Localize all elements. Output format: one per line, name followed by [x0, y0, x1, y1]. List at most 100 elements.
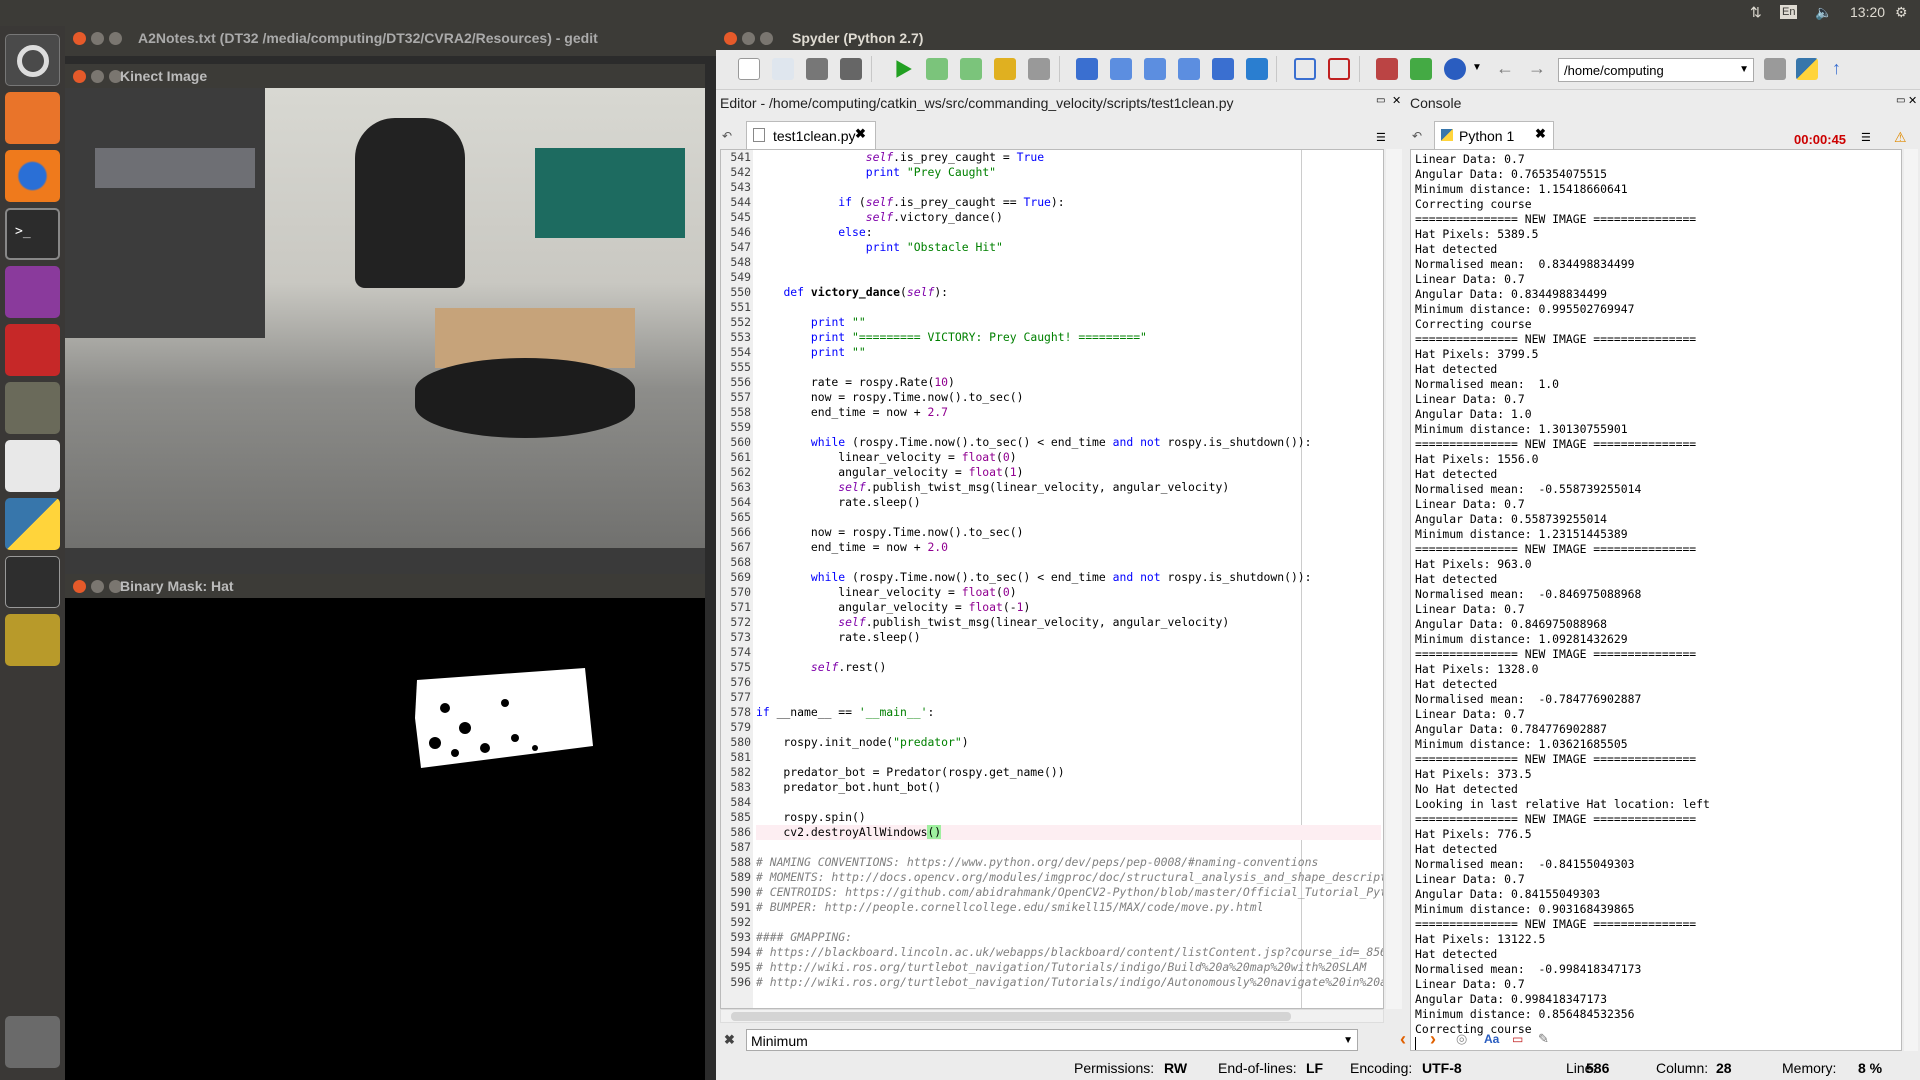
new-file-icon[interactable]: [738, 58, 760, 80]
terminal-icon[interactable]: >_: [5, 208, 60, 260]
case-sensitive-icon[interactable]: Aa: [1484, 1032, 1499, 1046]
undock-icon[interactable]: ▭: [1896, 95, 1905, 106]
find-value: Minimum: [751, 1033, 808, 1049]
python-path-icon[interactable]: [1796, 58, 1818, 80]
line-number: 591: [730, 900, 751, 914]
browse-folder-icon[interactable]: [1764, 58, 1786, 80]
close-icon[interactable]: [73, 32, 86, 45]
working-directory-combo[interactable]: /home/computing ▼: [1558, 58, 1754, 82]
python-icon[interactable]: [5, 498, 60, 550]
minimize-icon[interactable]: [91, 32, 104, 45]
chevron-down-icon[interactable]: ▼: [1739, 64, 1749, 75]
step-icon[interactable]: [1110, 58, 1132, 80]
browse-tabs-icon[interactable]: ↶: [722, 129, 732, 143]
editor-hscroll[interactable]: [720, 1009, 1384, 1023]
highlight-icon[interactable]: ◎: [1456, 1031, 1467, 1047]
run-config-icon[interactable]: [1028, 58, 1050, 80]
files-icon[interactable]: [5, 92, 60, 144]
maximize-icon[interactable]: [760, 32, 773, 45]
console-line: Minimum distance: 1.15418660641: [1415, 182, 1628, 196]
chevron-down-icon[interactable]: ▼: [1343, 1035, 1353, 1046]
minimize-icon[interactable]: [91, 70, 104, 83]
editor-vscroll[interactable]: [1386, 149, 1402, 1009]
text-editor-icon[interactable]: [5, 440, 60, 492]
workspace-switcher-icon[interactable]: [5, 556, 60, 608]
save-icon[interactable]: [806, 58, 828, 80]
close-icon[interactable]: ✖: [855, 126, 866, 142]
app-window-icon[interactable]: [5, 266, 60, 318]
find-next-icon[interactable]: ›: [1430, 1029, 1436, 1050]
console-output[interactable]: Linear Data: 0.7 Angular Data: 0.76535407…: [1410, 149, 1902, 1051]
maximize-icon[interactable]: [109, 32, 122, 45]
close-icon[interactable]: ✖: [724, 1032, 735, 1048]
run-icon[interactable]: [896, 60, 912, 78]
close-icon[interactable]: [73, 580, 86, 593]
line-number: 548: [730, 255, 751, 269]
run-cell-advance-icon[interactable]: [960, 58, 982, 80]
debug-icon[interactable]: [1076, 58, 1098, 80]
encoding-label: Encoding:: [1350, 1060, 1413, 1076]
continue-icon[interactable]: [1212, 58, 1234, 80]
code-area[interactable]: 541 542 543 544 545 546 547 548 549 550 551 552 553 5…: [720, 149, 1384, 1009]
maximize-pane-icon[interactable]: [1294, 58, 1316, 80]
find-input[interactable]: Minimum ▼: [746, 1029, 1358, 1051]
close-icon[interactable]: ✕: [1908, 94, 1917, 107]
editor-pane: Editor - /home/computing/catkin_ws/src/c…: [716, 91, 1404, 1052]
console-line: Angular Data: 0.765354075515: [1415, 167, 1608, 181]
console-line: =============== NEW IMAGE ==============…: [1415, 542, 1697, 556]
clock[interactable]: 13:20: [1850, 4, 1885, 20]
warning-icon[interactable]: ⚠: [1894, 129, 1907, 146]
line-number: 558: [730, 405, 751, 419]
up-arrow-icon[interactable]: ↑: [1832, 58, 1841, 79]
console-line: Linear Data: 0.7: [1415, 152, 1525, 166]
settings-icon[interactable]: ⚙: [1895, 4, 1908, 21]
minimize-icon[interactable]: [742, 32, 755, 45]
undock-icon[interactable]: ▭: [1376, 95, 1385, 106]
close-icon[interactable]: [73, 70, 86, 83]
line-number: 594: [730, 945, 751, 959]
editor-title: Editor - /home/computing/catkin_ws/src/c…: [720, 95, 1234, 111]
whole-word-icon[interactable]: ▭: [1512, 1032, 1523, 1046]
run-selection-icon[interactable]: [994, 58, 1016, 80]
console-tab[interactable]: Python 1 ✖: [1434, 121, 1554, 149]
spider-web-icon[interactable]: [5, 324, 60, 376]
line-number: 542: [730, 165, 751, 179]
close-icon[interactable]: ✖: [1535, 126, 1546, 142]
firefox-icon[interactable]: [5, 150, 60, 202]
preferences-icon[interactable]: [1376, 58, 1398, 80]
step-return-icon[interactable]: [1178, 58, 1200, 80]
keyboard-indicator[interactable]: En: [1780, 5, 1798, 19]
regex-icon[interactable]: ✎: [1538, 1031, 1549, 1047]
save-all-icon[interactable]: [840, 58, 862, 80]
find-previous-icon[interactable]: ‹: [1400, 1029, 1406, 1050]
open-file-icon[interactable]: [772, 58, 794, 80]
gimp-icon[interactable]: [5, 382, 60, 434]
chevron-down-icon[interactable]: ▼: [1472, 62, 1482, 73]
trash-icon[interactable]: [5, 1016, 60, 1068]
network-icon[interactable]: ⇅: [1750, 4, 1762, 21]
minimize-icon[interactable]: [91, 580, 104, 593]
back-arrow-icon[interactable]: ←: [1496, 58, 1514, 79]
options-icon[interactable]: ☰: [1376, 131, 1386, 144]
dash-icon[interactable]: [5, 34, 60, 86]
fullscreen-icon[interactable]: [1328, 58, 1350, 80]
step-into-icon[interactable]: [1144, 58, 1166, 80]
editor-tab[interactable]: test1clean.py ✖: [746, 121, 876, 149]
forward-arrow-icon[interactable]: →: [1528, 58, 1546, 79]
pythonpath-icon[interactable]: [1410, 58, 1432, 80]
stop-debug-icon[interactable]: [1246, 58, 1268, 80]
code-line: else:: [838, 225, 873, 239]
browse-tabs-icon[interactable]: ↶: [1412, 129, 1422, 143]
tools-icon[interactable]: [1444, 58, 1466, 80]
volume-icon[interactable]: 🔈: [1815, 4, 1832, 21]
close-icon[interactable]: [724, 32, 737, 45]
run-cell-icon[interactable]: [926, 58, 948, 80]
console-line: =============== NEW IMAGE ==============…: [1415, 752, 1697, 766]
console-vscroll[interactable]: [1904, 149, 1918, 1051]
close-icon[interactable]: ✕: [1392, 94, 1401, 107]
line-number: 584: [730, 795, 751, 809]
options-icon[interactable]: ☰: [1861, 131, 1871, 144]
presentation-icon[interactable]: [5, 614, 60, 666]
console-line: Linear Data: 0.7: [1415, 977, 1525, 991]
